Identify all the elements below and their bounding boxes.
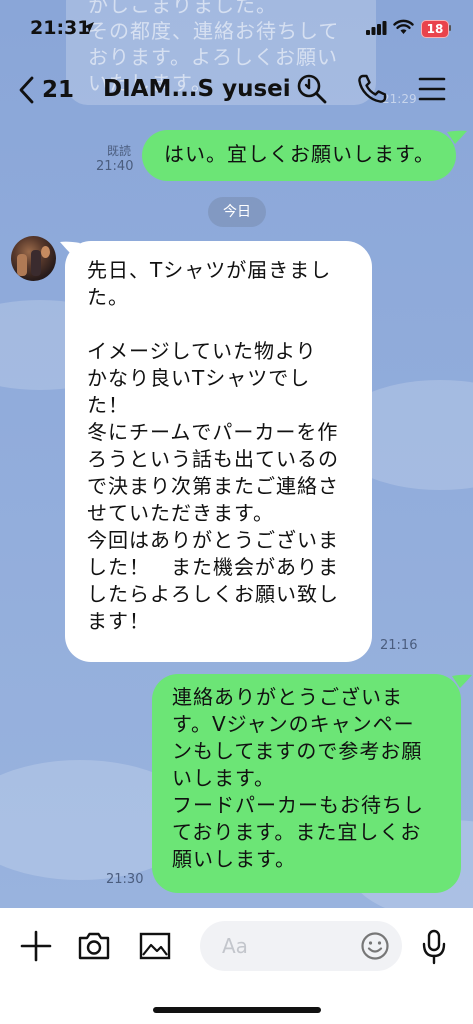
bubble-tail	[447, 130, 467, 144]
camera-icon[interactable]	[77, 930, 111, 962]
back-chevron-icon	[19, 76, 34, 104]
phone-icon[interactable]	[356, 73, 388, 105]
message-time: 21:16	[380, 638, 418, 653]
bubble-tail	[452, 674, 472, 688]
received-message-bubble[interactable]: 先日、Tシャツが届きまし た。 イメージしていた物より かなり良いTシャツでし …	[65, 241, 372, 662]
avatar[interactable]	[11, 236, 56, 281]
back-button[interactable]: 21	[18, 72, 74, 108]
signal-icon	[366, 21, 387, 35]
chat-title[interactable]: DIAM...S yusei	[103, 76, 291, 102]
wifi-icon	[393, 19, 414, 34]
date-separator: 今日	[208, 197, 266, 227]
emoji-icon[interactable]	[360, 931, 390, 961]
status-bar: 21:31 18	[0, 0, 473, 58]
battery-indicator: 18	[421, 20, 449, 38]
message-text: 連絡ありがとうございま す。Vジャンのキャンペー ンもしてますので参考お願 いし…	[172, 685, 424, 871]
message-time: 21:30	[106, 872, 144, 887]
message-text: 先日、Tシャツが届きまし た。 イメージしていた物より かなり良いTシャツでし …	[87, 258, 339, 633]
message-time: 21:40	[96, 159, 134, 174]
menu-icon[interactable]	[418, 75, 446, 103]
chat-header: 21 DIAM...S yusei	[0, 62, 473, 118]
read-receipt: 既読	[107, 144, 132, 158]
message-text: はい。宜しくお願いします。	[164, 142, 435, 166]
unread-count: 21	[42, 77, 75, 103]
home-indicator	[153, 1007, 321, 1013]
plus-icon[interactable]	[20, 930, 52, 962]
sent-message-bubble[interactable]: 連絡ありがとうございま す。Vジャンのキャンペー ンもしてますので参考お願 いし…	[152, 674, 461, 893]
battery-tip	[449, 25, 451, 31]
input-bar	[0, 908, 473, 1024]
location-arrow-icon	[83, 22, 94, 33]
search-icon[interactable]	[296, 73, 328, 105]
image-icon[interactable]	[138, 930, 172, 962]
microphone-icon[interactable]	[420, 929, 448, 965]
sent-message-bubble[interactable]: はい。宜しくお願いします。	[142, 130, 456, 181]
